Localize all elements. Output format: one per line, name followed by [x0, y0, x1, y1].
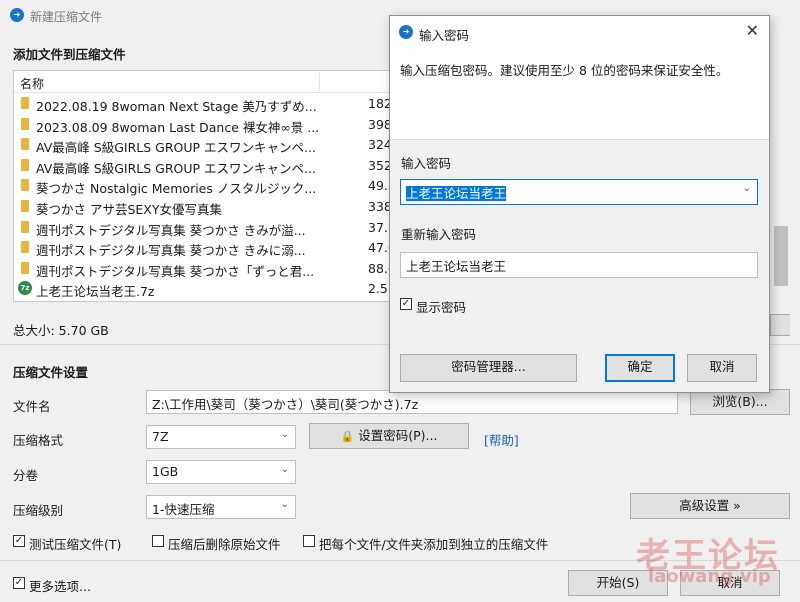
filename-label: 文件名	[13, 399, 51, 414]
app-logo-icon: ➜	[10, 8, 24, 22]
file-name: 葵つかさ Nostalgic Memories ノスタルジック...	[36, 181, 317, 197]
file-list-header: 名称	[14, 71, 398, 93]
dialog-title: 输入密码	[419, 28, 470, 43]
file-name: 2022.08.19 8woman Next Stage 美乃すずめ...	[36, 99, 317, 114]
separate-archives-checkbox[interactable]	[303, 535, 315, 547]
delete-after-label: 压缩后删除原始文件	[168, 537, 281, 552]
chevron-down-icon[interactable]: ⌄	[743, 183, 751, 194]
chevron-down-icon: ⌄	[280, 464, 289, 475]
file-row[interactable]: 週刊ポストデジタル写真集 葵つかさ「ずっと君... 88.6	[14, 258, 398, 279]
show-password-label: 显示密码	[416, 300, 467, 315]
password-value: 上老王论坛当老王	[406, 186, 507, 201]
ok-button[interactable]: 确定	[605, 354, 675, 382]
password-input[interactable]: 上老王论坛当老王 ⌄	[400, 179, 758, 205]
format-value: 7Z	[152, 429, 169, 444]
advanced-settings-button[interactable]: 高级设置 »	[630, 493, 790, 519]
file-row[interactable]: 2022.08.19 8woman Next Stage 美乃すずめ... 182	[14, 93, 398, 114]
level-label: 压缩级别	[13, 503, 64, 518]
level-value: 1-快速压缩	[152, 502, 215, 517]
archive-file-icon: 7z	[18, 281, 32, 296]
help-link[interactable]: [帮助]	[484, 430, 519, 449]
dialog-info-panel: 输入压缩包密码。建议使用至少 8 位的密码来保证安全性。	[390, 48, 769, 140]
volume-select[interactable]: 1GB ⌄	[146, 460, 296, 484]
dialog-cancel-button[interactable]: 取消	[687, 354, 757, 382]
set-password-label: 设置密码(P)...	[358, 428, 438, 443]
file-name: 上老王论坛当老王.7z	[36, 284, 155, 300]
scrollbar-thumb[interactable]	[774, 226, 788, 286]
test-archive-checkbox[interactable]: ✓	[13, 535, 25, 547]
folder-icon	[21, 220, 29, 233]
password-manager-button[interactable]: 密码管理器...	[400, 354, 577, 382]
folder-icon	[21, 138, 29, 151]
volume-value: 1GB	[152, 464, 179, 479]
file-list[interactable]: 名称 2022.08.19 8woman Next Stage 美乃すずめ...…	[13, 70, 399, 302]
add-files-heading: 添加文件到压缩文件	[13, 47, 126, 62]
file-name: 週刊ポストデジタル写真集 葵つかさ きみに溺...	[36, 243, 306, 259]
format-select[interactable]: 7Z ⌄	[146, 425, 296, 449]
folder-icon	[21, 117, 29, 130]
test-archive-label: 测试压缩文件(T)	[29, 537, 122, 552]
file-name: 葵つかさ アサ芸SEXY女優写真集	[36, 202, 223, 217]
volume-label: 分卷	[13, 468, 39, 483]
dialog-title-bar: ➜ 输入密码 ✕	[390, 16, 769, 48]
file-row[interactable]: 2023.08.09 8woman Last Dance 裸女神∞景 ... 39…	[14, 114, 398, 135]
file-name: 2023.08.09 8woman Last Dance 裸女神∞景 ...	[36, 119, 320, 135]
reenter-password-input[interactable]: 上老王论坛当老王	[400, 252, 758, 278]
folder-icon	[21, 97, 29, 109]
file-size: 2.5	[368, 281, 388, 297]
settings-heading: 压缩文件设置	[13, 365, 89, 380]
file-row[interactable]: AV最高峰 S級GIRLS GROUP エスワンキャンペ... 324	[14, 134, 398, 155]
main-window-title: 新建压缩文件	[30, 10, 103, 24]
set-password-button[interactable]: 🔒 设置密码(P)...	[309, 423, 469, 449]
password-dialog: ➜ 输入密码 ✕ 输入压缩包密码。建议使用至少 8 位的密码来保证安全性。 输入…	[389, 15, 770, 393]
folder-icon	[21, 179, 29, 192]
total-size: 总大小: 5.70 GB	[13, 323, 109, 338]
reenter-password-label: 重新输入密码	[401, 227, 477, 242]
file-name: AV最高峰 S級GIRLS GROUP エスワンキャンペ...	[36, 140, 316, 156]
app-logo-icon: ➜	[399, 25, 413, 39]
chevron-down-icon: ⌄	[280, 429, 289, 440]
more-options-checkbox[interactable]: ✓	[13, 577, 25, 589]
close-icon[interactable]: ✕	[746, 21, 759, 40]
file-row[interactable]: 葵つかさ アサ芸SEXY女優写真集 338	[14, 196, 398, 217]
folder-icon	[21, 261, 29, 274]
watermark-url: laowang.vip	[648, 566, 771, 587]
column-name-header[interactable]: 名称	[20, 75, 44, 92]
dialog-info-text: 输入压缩包密码。建议使用至少 8 位的密码来保证安全性。	[400, 63, 729, 78]
folder-icon	[21, 241, 29, 254]
format-label: 压缩格式	[13, 433, 64, 448]
delete-after-checkbox[interactable]	[152, 535, 164, 547]
filename-input[interactable]: Z:\工作用\葵司（葵つかさ）\葵司(葵つかさ).7z	[146, 390, 678, 414]
show-password-checkbox[interactable]: ✓	[400, 298, 412, 310]
folder-icon	[21, 200, 29, 212]
separate-archives-label: 把每个文件/文件夹添加到独立的压缩文件	[319, 537, 549, 552]
more-options-label: 更多选项...	[29, 579, 91, 594]
file-row[interactable]: 葵つかさ Nostalgic Memories ノスタルジック... 49.3	[14, 175, 398, 196]
file-name: 週刊ポストデジタル写真集 葵つかさ「ずっと君...	[36, 263, 315, 279]
file-row[interactable]: 週刊ポストデジタル写真集 葵つかさ きみが溢... 37.1	[14, 217, 398, 238]
chevron-down-icon: ⌄	[280, 499, 289, 510]
file-name: 週刊ポストデジタル写真集 葵つかさ きみが溢...	[36, 222, 306, 238]
file-row[interactable]: 週刊ポストデジタル写真集 葵つかさ きみに溺... 47.6	[14, 237, 398, 258]
column-separator	[319, 73, 320, 91]
folder-icon	[21, 158, 29, 171]
level-select[interactable]: 1-快速压缩 ⌄	[146, 495, 296, 519]
file-row[interactable]: AV最高峰 S級GIRLS GROUP エスワンキャンペ... 352	[14, 155, 398, 176]
file-name: AV最高峰 S級GIRLS GROUP エスワンキャンペ...	[36, 160, 316, 176]
lock-icon: 🔒	[340, 430, 355, 443]
file-row[interactable]: 7z 上老王论坛当老王.7z 2.5	[14, 278, 398, 299]
hidden-button-edge	[770, 314, 790, 336]
enter-password-label: 输入密码	[401, 156, 452, 171]
